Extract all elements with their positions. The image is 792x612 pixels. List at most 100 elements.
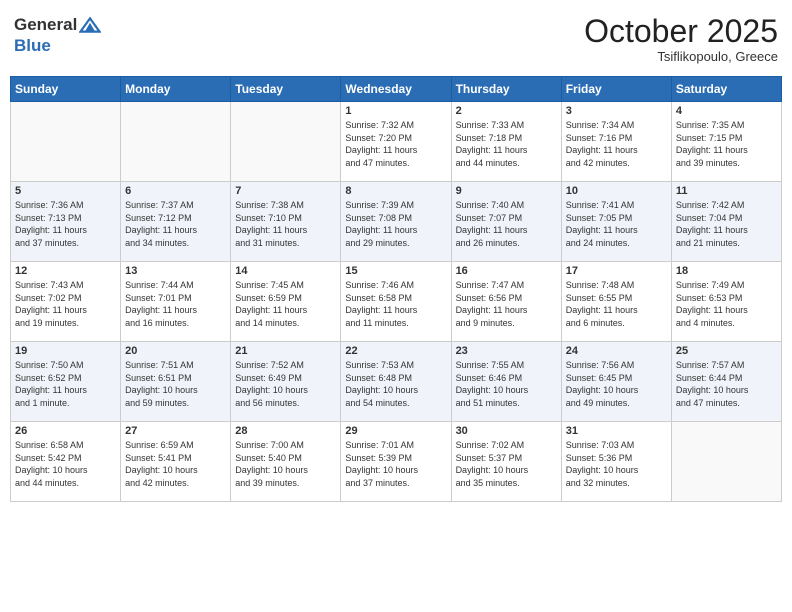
col-tuesday: Tuesday — [231, 77, 341, 102]
day-number: 22 — [345, 345, 446, 357]
day-info: Sunrise: 7:38 AM Sunset: 7:10 PM Dayligh… — [235, 199, 336, 249]
day-number: 16 — [456, 265, 557, 277]
day-number: 30 — [456, 425, 557, 437]
day-cell: 2Sunrise: 7:33 AM Sunset: 7:18 PM Daylig… — [451, 102, 561, 182]
day-cell: 11 Sunrise: 7:42 AM Sunset: 7:04 PM Dayli… — [671, 182, 781, 262]
day-info: Sunrise: 7:03 AM Sunset: 5:36 PM Dayligh… — [566, 439, 667, 489]
day-cell: 7 Sunrise: 7:38 AM Sunset: 7:10 PM Daylig… — [231, 182, 341, 262]
col-thursday: Thursday — [451, 77, 561, 102]
day-cell: 21 Sunrise: 7:52 AM Sunset: 6:49 PM Dayli… — [231, 342, 341, 422]
col-friday: Friday — [561, 77, 671, 102]
day-cell: 4Sunrise: 7:35 AM Sunset: 7:15 PM Daylig… — [671, 102, 781, 182]
page: General Blue October 2025 Tsiflikopoulo,… — [0, 0, 792, 612]
day-cell: 14 Sunrise: 7:45 AM Sunset: 6:59 PM Dayli… — [231, 262, 341, 342]
day-info: Sunrise: 7:50 AM Sunset: 6:52 PM Dayligh… — [15, 359, 116, 409]
day-info: Sunrise: 6:58 AM Sunset: 5:42 PM Dayligh… — [15, 439, 116, 489]
day-cell: 8Sunrise: 7:39 AM Sunset: 7:08 PM Daylig… — [341, 182, 451, 262]
day-cell: 24 Sunrise: 7:56 AM Sunset: 6:45 PM Dayli… — [561, 342, 671, 422]
week-row-5: 26 Sunrise: 6:58 AM Sunset: 5:42 PM Dayli… — [11, 422, 782, 502]
day-number: 1 — [345, 105, 446, 117]
day-info: Sunrise: 6:59 AM Sunset: 5:41 PM Dayligh… — [125, 439, 226, 489]
day-info: Sunrise: 7:51 AM Sunset: 6:51 PM Dayligh… — [125, 359, 226, 409]
day-info: Sunrise: 7:52 AM Sunset: 6:49 PM Dayligh… — [235, 359, 336, 409]
day-cell: 31 Sunrise: 7:03 AM Sunset: 5:36 PM Dayli… — [561, 422, 671, 502]
day-info: Sunrise: 7:41 AM Sunset: 7:05 PM Dayligh… — [566, 199, 667, 249]
day-number: 5 — [15, 185, 116, 197]
day-number: 9 — [456, 185, 557, 197]
day-number: 12 — [15, 265, 116, 277]
day-number: 18 — [676, 265, 777, 277]
day-cell: 10Sunrise: 7:41 AM Sunset: 7:05 PM Dayli… — [561, 182, 671, 262]
col-sunday: Sunday — [11, 77, 121, 102]
header-row: Sunday Monday Tuesday Wednesday Thursday… — [11, 77, 782, 102]
day-number: 28 — [235, 425, 336, 437]
day-info: Sunrise: 7:35 AM Sunset: 7:15 PM Dayligh… — [676, 119, 777, 169]
day-number: 31 — [566, 425, 667, 437]
day-cell: 13 Sunrise: 7:44 AM Sunset: 7:01 PM Dayli… — [121, 262, 231, 342]
day-number: 6 — [125, 185, 226, 197]
logo-blue-text: Blue — [14, 36, 101, 56]
week-row-4: 19 Sunrise: 7:50 AM Sunset: 6:52 PM Dayli… — [11, 342, 782, 422]
day-cell: 3Sunrise: 7:34 AM Sunset: 7:16 PM Daylig… — [561, 102, 671, 182]
week-row-2: 5 Sunrise: 7:36 AM Sunset: 7:13 PM Daylig… — [11, 182, 782, 262]
day-info: Sunrise: 7:33 AM Sunset: 7:18 PM Dayligh… — [456, 119, 557, 169]
col-saturday: Saturday — [671, 77, 781, 102]
title-block: October 2025 Tsiflikopoulo, Greece — [584, 14, 778, 64]
logo-icon — [79, 14, 101, 36]
day-info: Sunrise: 7:56 AM Sunset: 6:45 PM Dayligh… — [566, 359, 667, 409]
day-cell — [11, 102, 121, 182]
day-number: 26 — [15, 425, 116, 437]
day-cell: 30 Sunrise: 7:02 AM Sunset: 5:37 PM Dayli… — [451, 422, 561, 502]
day-info: Sunrise: 7:48 AM Sunset: 6:55 PM Dayligh… — [566, 279, 667, 329]
col-monday: Monday — [121, 77, 231, 102]
day-number: 25 — [676, 345, 777, 357]
day-info: Sunrise: 7:47 AM Sunset: 6:56 PM Dayligh… — [456, 279, 557, 329]
day-cell: 15 Sunrise: 7:46 AM Sunset: 6:58 PM Dayli… — [341, 262, 451, 342]
day-info: Sunrise: 7:46 AM Sunset: 6:58 PM Dayligh… — [345, 279, 446, 329]
day-cell: 29Sunrise: 7:01 AM Sunset: 5:39 PM Dayli… — [341, 422, 451, 502]
day-number: 15 — [345, 265, 446, 277]
day-info: Sunrise: 7:36 AM Sunset: 7:13 PM Dayligh… — [15, 199, 116, 249]
day-number: 11 — [676, 185, 777, 197]
day-info: Sunrise: 7:57 AM Sunset: 6:44 PM Dayligh… — [676, 359, 777, 409]
day-info: Sunrise: 7:40 AM Sunset: 7:07 PM Dayligh… — [456, 199, 557, 249]
day-cell — [121, 102, 231, 182]
day-number: 8 — [345, 185, 446, 197]
day-info: Sunrise: 7:49 AM Sunset: 6:53 PM Dayligh… — [676, 279, 777, 329]
day-cell: 9 Sunrise: 7:40 AM Sunset: 7:07 PM Daylig… — [451, 182, 561, 262]
day-number: 3 — [566, 105, 667, 117]
day-number: 20 — [125, 345, 226, 357]
week-row-3: 12 Sunrise: 7:43 AM Sunset: 7:02 PM Dayli… — [11, 262, 782, 342]
day-info: Sunrise: 7:00 AM Sunset: 5:40 PM Dayligh… — [235, 439, 336, 489]
day-cell: 1 Sunrise: 7:32 AM Sunset: 7:20 PM Daylig… — [341, 102, 451, 182]
day-cell: 27 Sunrise: 6:59 AM Sunset: 5:41 PM Dayli… — [121, 422, 231, 502]
day-number: 21 — [235, 345, 336, 357]
calendar-table: Sunday Monday Tuesday Wednesday Thursday… — [10, 76, 782, 502]
day-cell: 16 Sunrise: 7:47 AM Sunset: 6:56 PM Dayli… — [451, 262, 561, 342]
logo-general-text: General — [14, 15, 77, 35]
day-cell: 25 Sunrise: 7:57 AM Sunset: 6:44 PM Dayli… — [671, 342, 781, 422]
day-number: 7 — [235, 185, 336, 197]
day-number: 13 — [125, 265, 226, 277]
day-info: Sunrise: 7:02 AM Sunset: 5:37 PM Dayligh… — [456, 439, 557, 489]
day-info: Sunrise: 7:43 AM Sunset: 7:02 PM Dayligh… — [15, 279, 116, 329]
month-year: October 2025 — [584, 14, 778, 49]
day-number: 14 — [235, 265, 336, 277]
logo: General Blue — [14, 14, 101, 56]
day-info: Sunrise: 7:45 AM Sunset: 6:59 PM Dayligh… — [235, 279, 336, 329]
day-number: 24 — [566, 345, 667, 357]
day-number: 19 — [15, 345, 116, 357]
day-info: Sunrise: 7:44 AM Sunset: 7:01 PM Dayligh… — [125, 279, 226, 329]
location: Tsiflikopoulo, Greece — [584, 49, 778, 64]
day-cell: 23Sunrise: 7:55 AM Sunset: 6:46 PM Dayli… — [451, 342, 561, 422]
day-cell: 22Sunrise: 7:53 AM Sunset: 6:48 PM Dayli… — [341, 342, 451, 422]
day-cell: 18 Sunrise: 7:49 AM Sunset: 6:53 PM Dayli… — [671, 262, 781, 342]
day-number: 27 — [125, 425, 226, 437]
day-info: Sunrise: 7:32 AM Sunset: 7:20 PM Dayligh… — [345, 119, 446, 169]
day-info: Sunrise: 7:55 AM Sunset: 6:46 PM Dayligh… — [456, 359, 557, 409]
day-cell: 17Sunrise: 7:48 AM Sunset: 6:55 PM Dayli… — [561, 262, 671, 342]
day-number: 29 — [345, 425, 446, 437]
day-cell: 19 Sunrise: 7:50 AM Sunset: 6:52 PM Dayli… — [11, 342, 121, 422]
day-info: Sunrise: 7:42 AM Sunset: 7:04 PM Dayligh… — [676, 199, 777, 249]
day-cell: 20 Sunrise: 7:51 AM Sunset: 6:51 PM Dayli… — [121, 342, 231, 422]
